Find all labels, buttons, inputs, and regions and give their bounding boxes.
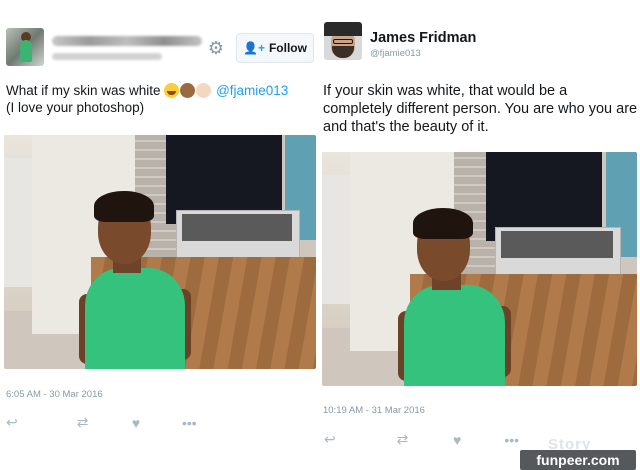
reply-icon[interactable]: ↩ bbox=[6, 414, 56, 431]
avatar-glasses bbox=[333, 39, 353, 44]
tweet-text: If your skin was white, that would be a … bbox=[323, 83, 638, 135]
user-avatar[interactable] bbox=[324, 22, 362, 60]
avatar-hair bbox=[324, 22, 362, 36]
photo-boy-hair bbox=[94, 191, 154, 222]
photo-shelf-compartment bbox=[501, 231, 613, 258]
photo-coat bbox=[322, 175, 351, 305]
tweet-actions: ↩ ⇄ ♥ ••• bbox=[6, 414, 216, 431]
tweet-actions: ↩ ⇄ ♥ ••• bbox=[324, 431, 539, 448]
blurred-handle bbox=[52, 53, 162, 60]
photo-scene bbox=[4, 135, 316, 369]
photo-coat bbox=[4, 158, 33, 288]
user-handle[interactable]: @fjamie013 bbox=[370, 48, 421, 59]
more-dots-icon[interactable]: ••• bbox=[484, 432, 539, 448]
mention-link[interactable]: @fjamie013 bbox=[216, 83, 288, 98]
watermark-brand-label: funpeer.com bbox=[520, 450, 636, 470]
photo-shelf-compartment bbox=[181, 214, 293, 241]
tweet-timestamp[interactable]: 10:19 AM - 31 Mar 2016 bbox=[323, 405, 425, 416]
tweet-photo[interactable] bbox=[322, 152, 637, 386]
settings-gear-icon[interactable]: ⚙ bbox=[206, 38, 226, 58]
tweet-text-line2: (I love your photoshop) bbox=[6, 100, 145, 115]
like-heart-icon[interactable]: ♥ bbox=[109, 415, 162, 431]
photo-scene bbox=[322, 152, 637, 386]
white-face-emoji bbox=[196, 83, 212, 98]
avatar-beard bbox=[332, 46, 354, 58]
photo-boy-hair bbox=[413, 208, 474, 239]
follow-button-label: Follow bbox=[268, 41, 307, 55]
more-dots-icon[interactable]: ••• bbox=[163, 415, 216, 431]
blurred-display-name bbox=[52, 36, 202, 46]
photo-boy-shirt bbox=[403, 285, 505, 386]
follow-button[interactable]: 👤+ Follow bbox=[236, 33, 314, 63]
left-tweet-card: ⚙ 👤+ Follow What if my skin was white @f… bbox=[0, 0, 320, 470]
laughing-emoji bbox=[164, 83, 180, 98]
right-tweet-card: James Fridman @fjamie013 If your skin wa… bbox=[320, 0, 640, 470]
tweet-timestamp[interactable]: 6:05 AM - 30 Mar 2016 bbox=[6, 389, 103, 400]
avatar-figure bbox=[20, 40, 32, 62]
person-plus-icon: 👤+ bbox=[243, 41, 265, 55]
like-heart-icon[interactable]: ♥ bbox=[430, 432, 485, 448]
reply-icon[interactable]: ↩ bbox=[324, 431, 375, 448]
retweet-icon[interactable]: ⇄ bbox=[56, 414, 109, 431]
brown-face-emoji bbox=[180, 83, 196, 98]
photo-boy-shirt bbox=[85, 268, 185, 369]
user-avatar[interactable] bbox=[6, 28, 44, 66]
tweet-text: What if my skin was white @fjamie013 (I … bbox=[6, 82, 318, 116]
display-name[interactable]: James Fridman bbox=[370, 30, 476, 46]
retweet-icon[interactable]: ⇄ bbox=[375, 431, 430, 448]
tweet-photo[interactable] bbox=[4, 135, 316, 369]
tweet-text-line1: What if my skin was white bbox=[6, 83, 165, 98]
